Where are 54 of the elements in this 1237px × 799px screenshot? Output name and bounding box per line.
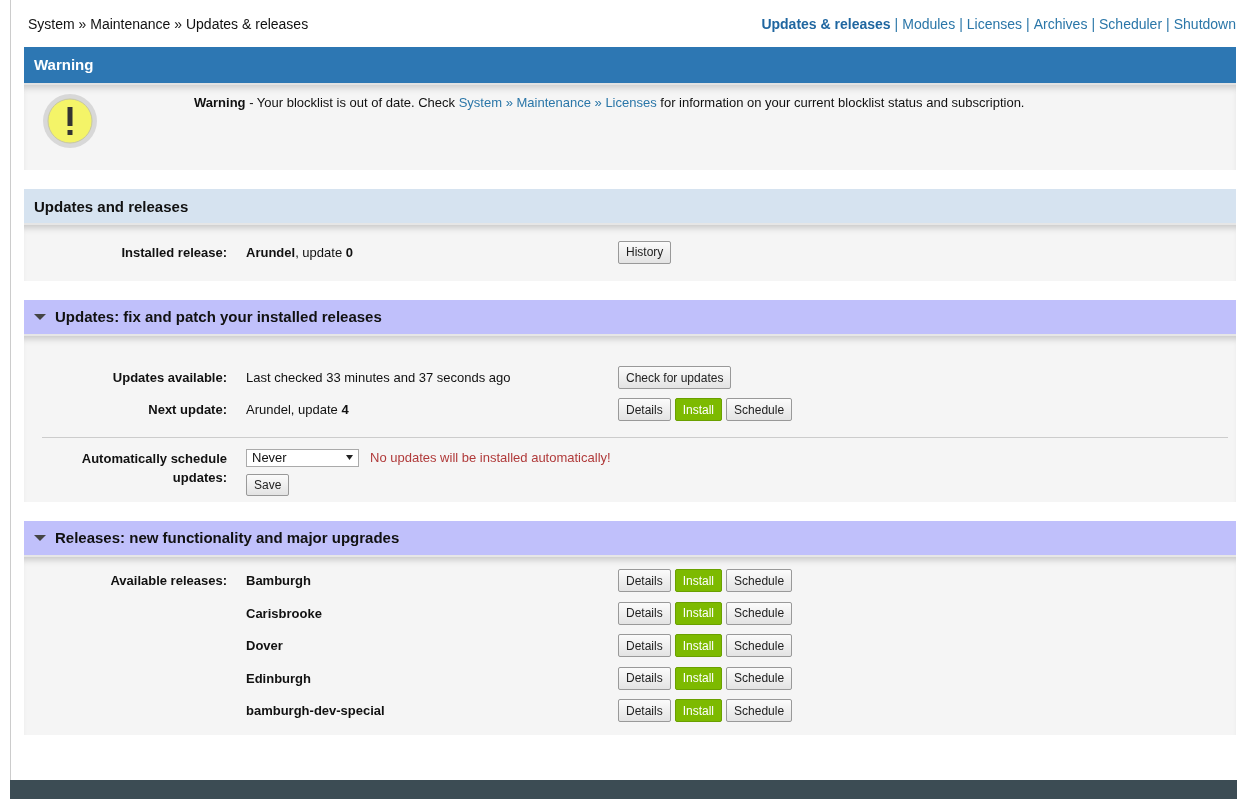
dropdown-caret-icon <box>346 455 353 460</box>
field-label: Next update: <box>147 402 227 417</box>
section-title: Updates: fix and patch your installed releases <box>55 308 382 325</box>
warning-text: No updates will be installed automatically! <box>370 450 611 465</box>
breadcrumb: System » Maintenance » Updates & releases <box>27 16 309 32</box>
nav-link[interactable]: Archives <box>1033 16 1088 32</box>
action-button[interactable]: Details <box>618 569 671 593</box>
action-button[interactable]: Details <box>618 666 671 690</box>
action-button[interactable]: Details <box>618 699 671 723</box>
field-value: Carisbrooke <box>246 605 323 621</box>
warning-header: Warning <box>24 47 1236 83</box>
field-label: Installed release: <box>120 244 227 260</box>
action-button[interactable]: Schedule <box>726 699 793 723</box>
field-value: Last checked 33 minutes and 37 seconds ago <box>246 370 512 385</box>
action-button[interactable]: Details <box>618 398 671 421</box>
nav-link[interactable]: Modules <box>902 16 956 32</box>
schedule-dropdown[interactable]: Never <box>246 448 359 467</box>
nav-separator: | <box>1166 16 1170 32</box>
field-label: Available releases: <box>109 573 227 589</box>
nav-separator: | <box>959 16 963 32</box>
action-button[interactable]: Schedule <box>726 634 793 658</box>
nav-link[interactable]: Scheduler <box>1099 16 1163 32</box>
action-button[interactable]: Check for updates <box>618 366 732 389</box>
nav-separator: | <box>894 16 899 32</box>
nav-link[interactable]: Licenses <box>966 16 1023 32</box>
field-value: Arundel, update 0 <box>246 244 354 260</box>
licenses-link[interactable]: System » Maintenance » Licenses <box>458 95 657 110</box>
action-button[interactable]: Details <box>618 634 671 658</box>
nav-link[interactable]: Updates & releases <box>761 16 891 32</box>
field-value: Edinburgh <box>246 670 312 686</box>
field-label: Automatically schedule updates: <box>80 449 227 487</box>
field-value: Bamburgh <box>246 573 312 589</box>
nav-separator: | <box>1026 16 1030 32</box>
section-header[interactable]: Releases: new functionality and major upgrades <box>24 520 1236 555</box>
field-label: Updates available: <box>111 370 227 385</box>
action-button[interactable]: Details <box>618 601 671 625</box>
warning-message: Warning - Your blocklist is out of date. Check System » Maintenance » Licenses for information on your current blocklist status and subscription. <box>194 95 1025 112</box>
collapse-icon[interactable] <box>34 534 46 541</box>
field-value: bamburgh-dev-special <box>246 703 386 719</box>
nav-link[interactable]: Shutdown <box>1173 16 1236 32</box>
collapse-icon[interactable] <box>34 313 46 320</box>
action-button[interactable]: Schedule <box>726 569 793 593</box>
section-header[interactable]: Updates: fix and patch your installed releases <box>24 299 1236 334</box>
action-button[interactable]: History <box>618 240 672 264</box>
action-button[interactable]: Schedule <box>726 666 793 690</box>
action-button[interactable]: Schedule <box>726 398 793 421</box>
section-title: Updates and releases <box>34 197 189 215</box>
action-button[interactable]: Schedule <box>726 601 793 625</box>
field-value: Dover <box>246 638 284 654</box>
nav-separator: | <box>1091 16 1096 32</box>
section-title: Releases: new functionality and major upgrades <box>55 529 400 546</box>
save-button[interactable]: Save <box>246 473 290 496</box>
field-value: Arundel, update 4 <box>246 402 350 417</box>
warning-icon <box>42 93 98 149</box>
